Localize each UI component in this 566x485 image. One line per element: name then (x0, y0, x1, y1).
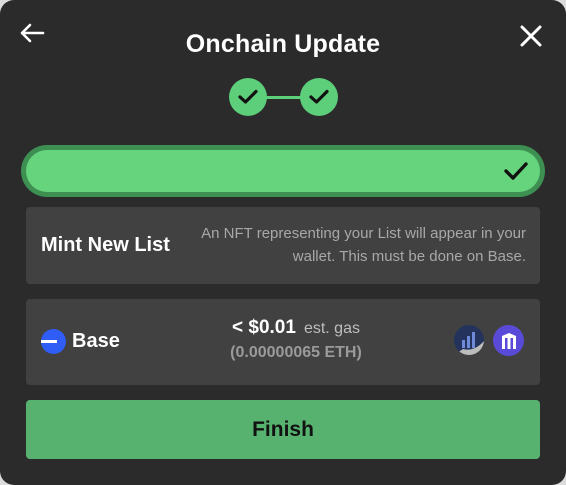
network-label: Base (41, 329, 120, 354)
gas-eth-amount: (0.00000065 ETH) (230, 344, 362, 361)
progress-bar (21, 145, 545, 197)
network-name: Base (72, 330, 120, 352)
finish-button[interactable]: Finish (26, 400, 540, 459)
gas-estimate-card: Base < $0.01 est. gas (0.00000065 ETH) (26, 299, 540, 385)
step-indicator (229, 78, 339, 118)
check-icon (238, 89, 258, 104)
step-2-complete (300, 78, 338, 116)
check-icon (309, 89, 329, 104)
provider-logo-1[interactable] (454, 325, 484, 355)
building-logo-icon (501, 332, 516, 349)
onchain-update-modal: Onchain Update Mint New List An NFT repr… (0, 0, 566, 485)
gas-estimate: < $0.01 est. gas (0.00000065 ETH) (186, 317, 406, 362)
mint-description: An NFT representing your List will appea… (201, 225, 526, 265)
mint-heading: Mint New List (41, 234, 170, 256)
base-logo-icon (41, 329, 66, 354)
close-button[interactable] (518, 23, 544, 49)
step-1-complete (229, 78, 267, 116)
check-icon (504, 162, 528, 180)
bar-chart-logo-icon (454, 325, 484, 355)
gas-amount: < $0.01 (232, 317, 296, 338)
modal-title: Onchain Update (185, 30, 381, 58)
gas-unit-label: est. gas (303, 320, 360, 337)
step-connector (265, 96, 303, 99)
mint-info-card: Mint New List An NFT representing your L… (26, 207, 540, 284)
progress-bar-fill (26, 150, 540, 192)
close-icon (520, 25, 542, 47)
provider-logo-2[interactable] (493, 325, 524, 356)
